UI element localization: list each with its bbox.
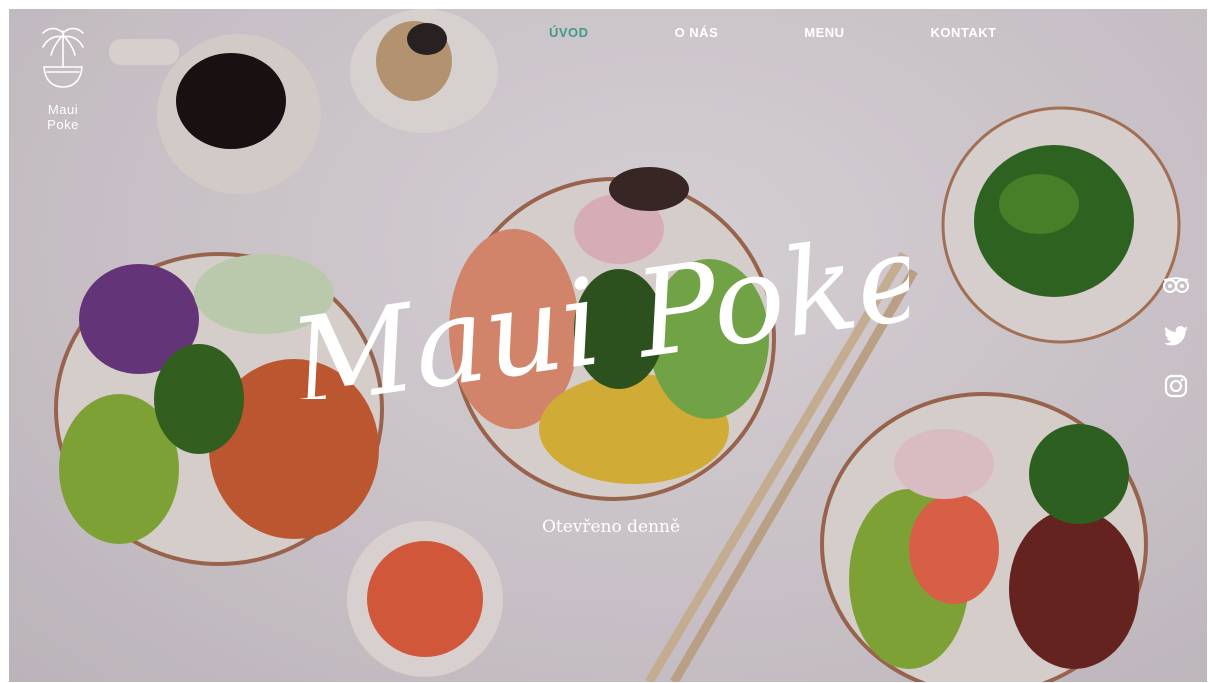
palm-bowl-logo-icon: [42, 27, 84, 88]
nav-item-o-nas[interactable]: O NÁS: [675, 25, 719, 40]
instagram-icon: [1164, 374, 1188, 398]
twitter-link[interactable]: [1161, 321, 1191, 351]
nav-item-uvod[interactable]: ÚVOD: [549, 25, 589, 40]
nav-item-menu[interactable]: MENU: [804, 25, 844, 40]
twitter-icon: [1164, 326, 1188, 346]
nav-item-kontakt[interactable]: KONTAKT: [931, 25, 997, 40]
hero-title: Maui Poke: [281, 207, 909, 399]
tripadvisor-link[interactable]: [1161, 270, 1191, 300]
opening-hours-text: Otevřeno denně: [541, 517, 681, 537]
hero-title-text: Maui Poke: [281, 207, 909, 399]
brand-logo[interactable]: Maui Poke: [31, 23, 95, 132]
tripadvisor-icon: [1163, 276, 1189, 293]
main-navigation: ÚVOD O NÁS MENU KONTAKT: [549, 25, 1083, 40]
logo-text: Maui Poke: [47, 102, 79, 132]
instagram-link[interactable]: [1161, 371, 1191, 401]
hero-section: Maui Poke ÚVOD O NÁS MENU KONTAKT Maui P…: [9, 9, 1207, 682]
